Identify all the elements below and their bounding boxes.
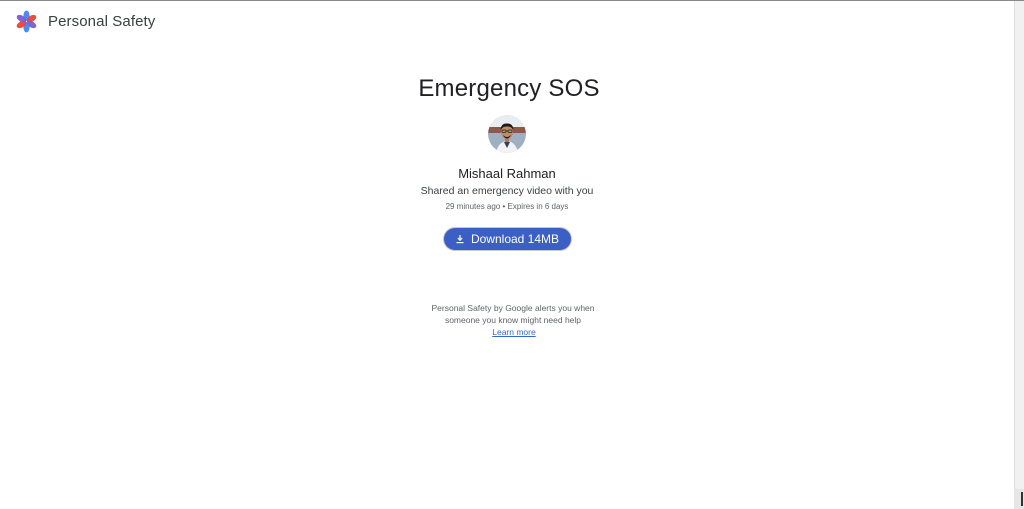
personal-safety-logo-icon bbox=[16, 10, 37, 33]
share-meta: 29 minutes ago • Expires in 6 days bbox=[445, 202, 569, 211]
app-header: Personal Safety bbox=[15, 10, 155, 33]
download-button[interactable]: Download 14MB bbox=[443, 228, 571, 250]
emergency-card: Emergency SOS Mishaal Rahman Shared an e… bbox=[0, 73, 1014, 338]
avatar bbox=[488, 115, 526, 153]
download-icon bbox=[456, 235, 464, 244]
text-cursor-icon bbox=[1021, 492, 1023, 506]
page-title: Emergency SOS bbox=[418, 75, 600, 102]
vertical-scrollbar[interactable] bbox=[1014, 1, 1024, 509]
browser-viewport: Personal Safety Emergency SOS Mishaal Ra… bbox=[0, 0, 1024, 509]
sender-name: Mishaal Rahman bbox=[458, 166, 556, 181]
app-title: Personal Safety bbox=[48, 13, 156, 30]
download-label: Download 14MB bbox=[470, 232, 560, 246]
footer-line-1: Personal Safety by Google alerts you whe… bbox=[431, 303, 595, 313]
share-message: Shared an emergency video with you bbox=[420, 185, 594, 197]
footer-line-2: someone you know might need help bbox=[444, 315, 582, 325]
learn-more-link[interactable]: Learn more bbox=[492, 326, 535, 338]
footer-info: Personal Safety by Google alerts you whe… bbox=[431, 302, 594, 338]
